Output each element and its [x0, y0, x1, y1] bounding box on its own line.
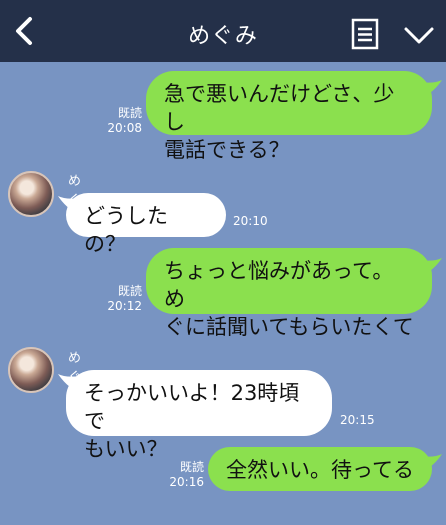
message-meta: 既読 20:08	[104, 106, 142, 136]
message-time: 20:08	[107, 121, 142, 135]
message-bubble[interactable]: そっかいいよ！23時頃で もいい？	[66, 370, 332, 461]
message-meta: 既読 20:16	[166, 460, 204, 490]
chevron-down-icon	[404, 27, 434, 44]
notes-button[interactable]	[350, 18, 380, 50]
message-time: 20:16	[169, 475, 204, 489]
message-bubble[interactable]: どうしたの？	[66, 193, 226, 256]
read-receipt: 既読	[117, 284, 142, 298]
message-meta: 既読 20:12	[104, 284, 142, 314]
message-time: 20:15	[340, 413, 375, 427]
message-bubble[interactable]: 全然いい。待ってる	[208, 447, 432, 491]
chat-header: めぐみ	[0, 0, 446, 62]
read-receipt: 既読	[117, 106, 142, 120]
avatar[interactable]	[8, 171, 54, 217]
message-bubble[interactable]: 急で悪いんだけどさ、少し 電話できる？	[146, 71, 432, 162]
read-receipt: 既読	[179, 460, 204, 474]
menu-button[interactable]	[402, 22, 436, 48]
message-bubble[interactable]: ちょっと悩みがあって。め ぐに話聞いてもらいたくて	[146, 248, 432, 339]
message-time: 20:12	[107, 299, 142, 313]
notes-icon	[351, 18, 379, 50]
avatar[interactable]	[8, 347, 54, 393]
message-time: 20:10	[233, 214, 268, 228]
